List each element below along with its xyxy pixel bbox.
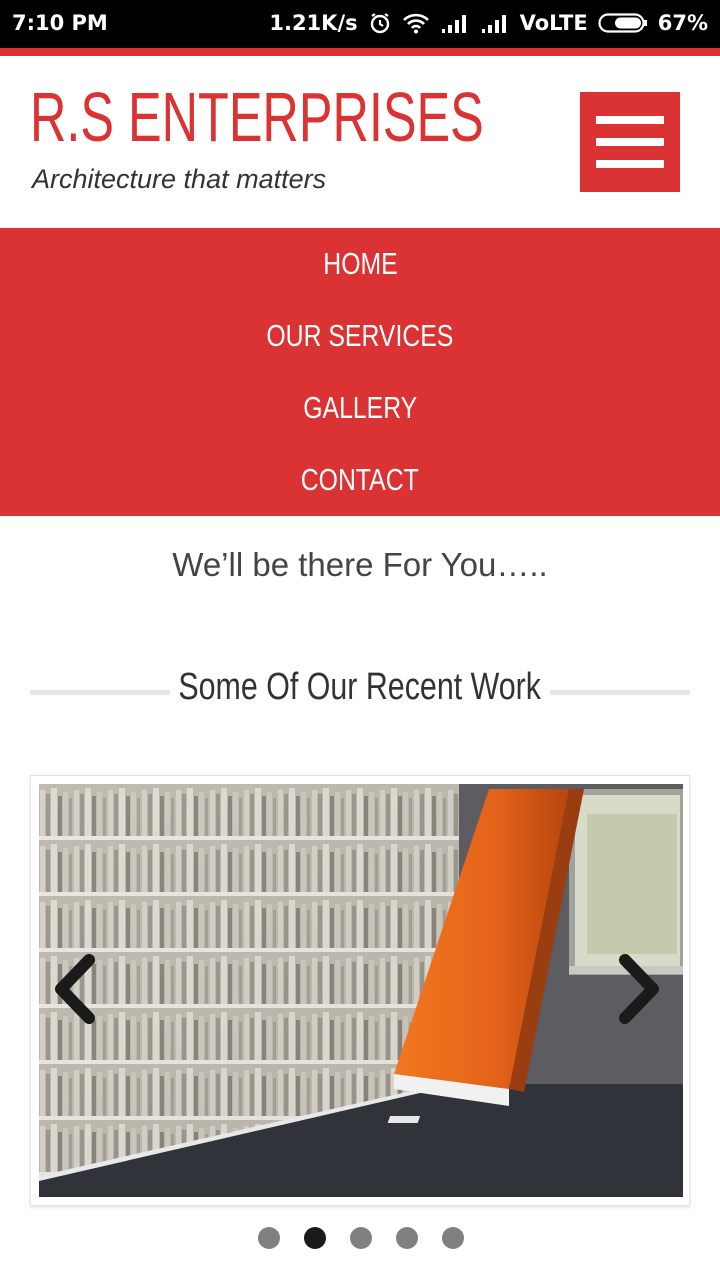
carousel-prev-button[interactable] [49,954,103,1024]
section-heading-text: Some Of Our Recent Work [178,666,542,708]
site-title[interactable]: R.S ENTERPRISES [30,82,484,152]
section-heading: Some Of Our Recent Work [0,662,720,718]
site-tagline: Architecture that matters [32,164,327,194]
carousel-dot-active[interactable] [304,1227,326,1249]
main-nav: HOME OUR SERVICES GALLERY CONTACT [0,228,720,516]
nav-item-label: OUR SERVICES [266,318,454,353]
nav-item-contact[interactable]: CONTACT [0,444,720,516]
network-speed: 1.21K/s [269,11,358,35]
alarm-icon [368,11,392,35]
heading-divider-right [550,690,690,695]
status-time: 7:10 PM [12,11,108,35]
nav-item-our-services[interactable]: OUR SERVICES [0,300,720,372]
nav-item-home[interactable]: HOME [0,228,720,300]
nav-item-gallery[interactable]: GALLERY [0,372,720,444]
carousel-slide-image[interactable] [39,784,683,1197]
site-header: R.S ENTERPRISES Architecture that matter… [0,56,720,228]
chevron-right-icon [619,954,659,1024]
chevron-left-icon [55,954,95,1024]
status-bar: 7:10 PM 1.21K/s VoLTE 67% [0,0,720,48]
carousel-dot[interactable] [350,1227,372,1249]
hamburger-menu-icon[interactable] [580,92,680,192]
intro-text: We’ll be there For You….. [172,546,548,583]
signal-icon [440,13,470,33]
nav-item-label: HOME [322,246,398,281]
signal-icon [480,13,510,33]
nav-item-label: GALLERY [303,390,417,425]
carousel-dot[interactable] [442,1227,464,1249]
battery-icon [598,12,648,34]
top-accent-strip [0,48,720,56]
status-indicators: 1.21K/s VoLTE 67% [269,11,708,35]
menu-bar [596,160,664,168]
wifi-icon [402,12,430,34]
network-type: VoLTE [519,11,588,35]
menu-bar [596,116,664,124]
menu-bar [596,138,664,146]
recent-work-carousel [30,775,690,1206]
battery-percent: 67% [657,11,708,35]
carousel-pagination [0,1227,720,1251]
nav-item-label: CONTACT [300,462,420,497]
carousel-dot[interactable] [396,1227,418,1249]
carousel-dot[interactable] [258,1227,280,1249]
carousel-next-button[interactable] [611,954,665,1024]
